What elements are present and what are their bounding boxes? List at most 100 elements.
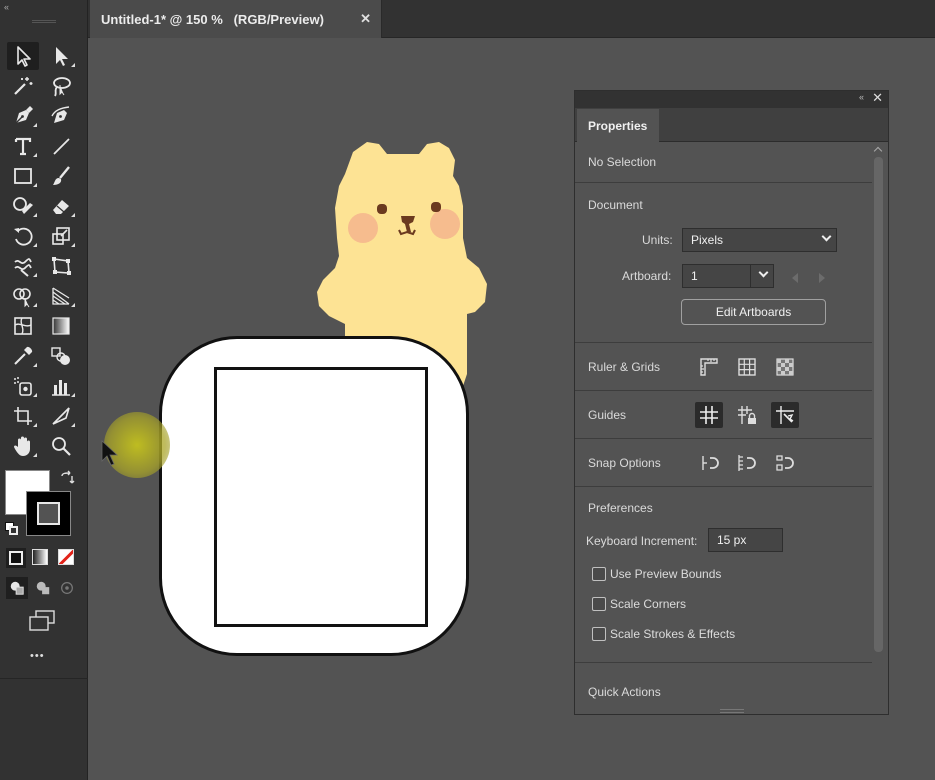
slice-tool[interactable] — [45, 402, 77, 430]
shaper-tool[interactable] — [7, 192, 39, 220]
rounded-rectangle-shape[interactable] — [159, 336, 469, 656]
rectangle-icon — [14, 168, 32, 184]
document-tab[interactable]: Untitled-1* @ 150 % (RGB/Preview) ✕ — [90, 0, 382, 38]
checkbox-box[interactable] — [592, 627, 606, 641]
default-fill-stroke-icon[interactable] — [5, 522, 19, 536]
draw-behind-button[interactable] — [32, 577, 54, 599]
edit-toolbar-more-icon[interactable]: ••• — [30, 650, 45, 662]
units-dropdown[interactable]: Pixels — [682, 228, 837, 252]
snap-to-pixel-icon — [738, 455, 756, 471]
bear-left-cheek — [348, 213, 378, 243]
draw-inside-button[interactable] — [56, 577, 78, 599]
units-value: Pixels — [691, 233, 724, 247]
document-tab-title: Untitled-1* @ 150 % (RGB/Preview) — [101, 11, 324, 27]
swap-fill-stroke-icon[interactable] — [58, 470, 76, 488]
snap-to-glyph-button[interactable] — [771, 450, 799, 476]
paintbrush-tool[interactable] — [45, 162, 77, 190]
column-graph-tool[interactable] — [45, 372, 77, 400]
artboard-dropdown[interactable]: 1 — [682, 264, 774, 288]
scrollbar-thumb[interactable] — [874, 157, 883, 652]
slice-knife-icon — [52, 407, 70, 425]
lock-guides-button[interactable] — [733, 402, 761, 428]
grid-icon — [738, 358, 756, 376]
artboard-tool[interactable] — [7, 402, 39, 430]
stroke-swatch[interactable] — [26, 491, 71, 536]
rectangle-tool[interactable] — [7, 162, 39, 190]
gradient-tool[interactable] — [45, 312, 77, 340]
free-transform-icon — [52, 257, 71, 275]
snap-options-section: Snap Options — [575, 439, 872, 487]
rectangle-shape[interactable] — [214, 367, 428, 627]
ruler-grids-section: Ruler & Grids — [575, 343, 872, 391]
blend-tool[interactable] — [45, 342, 77, 370]
bear-right-eye — [431, 202, 441, 212]
show-guides-button[interactable] — [695, 402, 723, 428]
type-tool[interactable] — [7, 132, 39, 160]
shape-builder-icon — [13, 288, 31, 308]
checkbox-label: Scale Corners — [610, 597, 687, 611]
perspective-grid-tool[interactable] — [45, 282, 77, 310]
panel-resize-grip[interactable] — [720, 709, 744, 713]
eraser-tool[interactable] — [45, 192, 77, 220]
pen-tool[interactable] — [7, 102, 39, 130]
properties-panel: « ✕ Properties No Selection Document Uni… — [574, 90, 889, 715]
keyboard-increment-input[interactable]: 15 px — [708, 528, 783, 552]
hand-icon — [14, 436, 30, 456]
document-tab-bar: Untitled-1* @ 150 % (RGB/Preview) ✕ — [88, 0, 935, 38]
smart-guides-button[interactable] — [771, 402, 799, 428]
color-mode-button[interactable] — [6, 548, 26, 568]
rotate-tool[interactable] — [7, 222, 39, 250]
mesh-tool[interactable] — [7, 312, 39, 340]
snap-to-pixel-button[interactable] — [733, 450, 761, 476]
properties-panel-titlebar[interactable]: « ✕ — [575, 90, 888, 108]
snap-to-point-icon — [702, 456, 719, 470]
collapse-icon[interactable]: « — [4, 2, 9, 12]
show-grid-button[interactable] — [733, 354, 761, 380]
zoom-tool[interactable] — [45, 432, 77, 460]
snap-to-point-button[interactable] — [695, 450, 723, 476]
guides-section: Guides — [575, 391, 872, 439]
draw-normal-button[interactable] — [6, 577, 28, 599]
use-preview-bounds-checkbox[interactable]: Use Preview Bounds — [592, 565, 721, 583]
eyedropper-tool[interactable] — [7, 342, 39, 370]
curvature-tool[interactable] — [45, 102, 77, 130]
preferences-heading: Preferences — [588, 501, 653, 515]
screen-mode-icon[interactable] — [28, 610, 56, 632]
hand-tool[interactable] — [7, 432, 39, 460]
collapse-panel-icon[interactable]: « — [859, 92, 864, 102]
edit-artboards-button[interactable]: Edit Artboards — [681, 299, 826, 325]
close-panel-icon[interactable]: ✕ — [872, 90, 883, 106]
show-rulers-button[interactable] — [695, 354, 723, 380]
tab-properties[interactable]: Properties — [577, 109, 659, 142]
selection-section: No Selection — [575, 143, 872, 183]
magic-wand-tool[interactable] — [7, 72, 39, 100]
panel-grip[interactable] — [32, 20, 56, 23]
pen-nib-icon — [15, 106, 33, 124]
scale-corners-checkbox[interactable]: Scale Corners — [592, 595, 686, 613]
checkbox-box[interactable] — [592, 597, 606, 611]
warp-tool[interactable] — [7, 252, 39, 280]
line-segment-tool[interactable] — [45, 132, 77, 160]
chevron-down-icon — [821, 231, 832, 242]
next-artboard-icon[interactable] — [819, 273, 825, 283]
symbol-sprayer-tool[interactable] — [7, 372, 39, 400]
paintbrush-icon — [53, 166, 70, 185]
document-heading: Document — [588, 198, 643, 212]
checkbox-box[interactable] — [592, 567, 606, 581]
transparency-grid-button[interactable] — [771, 354, 799, 380]
gradient-mode-button[interactable] — [32, 549, 48, 565]
shape-builder-tool[interactable] — [7, 282, 39, 310]
selection-tool[interactable] — [7, 42, 39, 70]
scale-icon — [52, 227, 70, 245]
direct-selection-tool[interactable] — [45, 42, 77, 70]
close-tab-icon[interactable]: ✕ — [360, 11, 371, 27]
scale-tool[interactable] — [45, 222, 77, 250]
scale-strokes-effects-checkbox[interactable]: Scale Strokes & Effects — [592, 625, 735, 643]
bear-left-eye — [377, 204, 387, 214]
previous-artboard-icon[interactable] — [792, 273, 798, 283]
scroll-up-icon[interactable] — [873, 146, 883, 156]
free-transform-tool[interactable] — [45, 252, 77, 280]
panel-scrollbar[interactable] — [873, 143, 884, 688]
lasso-tool[interactable] — [45, 72, 77, 100]
none-mode-button[interactable] — [58, 549, 74, 565]
